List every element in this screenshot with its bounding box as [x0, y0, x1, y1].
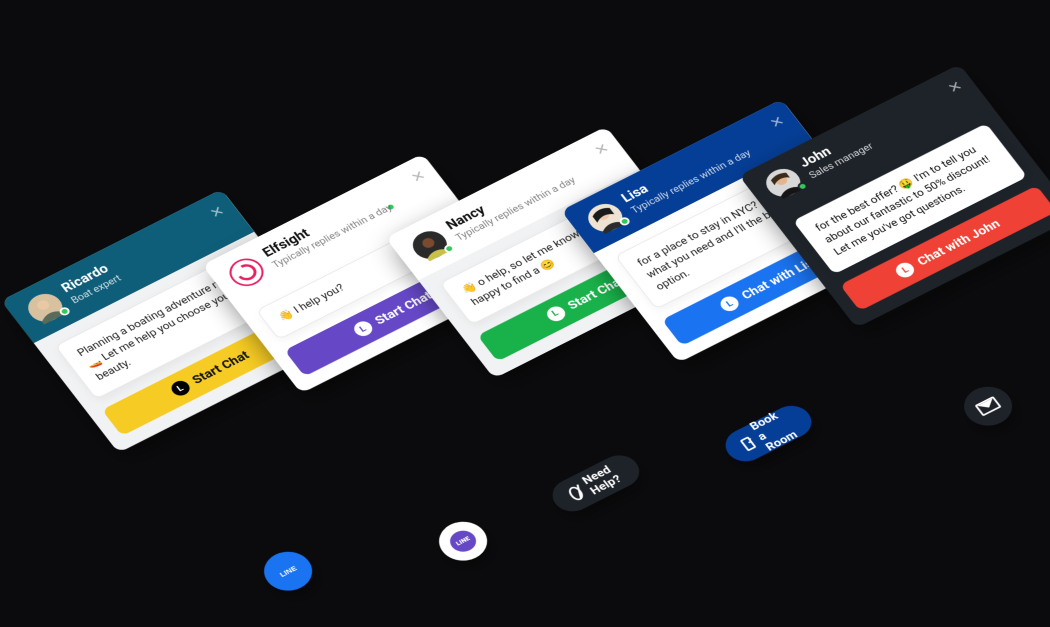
line-icon: L [717, 294, 742, 314]
line-icon: L [893, 260, 918, 280]
avatar [760, 164, 807, 202]
elfsight-logo-icon [223, 253, 270, 291]
line-icon: L [168, 378, 193, 398]
line-icon: L [351, 319, 376, 339]
book-room-pill[interactable]: Book a Room [718, 400, 819, 468]
pill-label: Need Help? [580, 460, 629, 497]
avatar [22, 289, 69, 327]
avatar [582, 199, 629, 237]
close-icon[interactable]: ✕ [206, 203, 227, 222]
stage: Ricardo Boat expert ✕ Planning a boating… [0, 0, 1050, 627]
avatar [406, 226, 453, 264]
chat-card-john: John Sales manager ✕ for the best offer?… [739, 64, 1050, 328]
close-icon[interactable]: ✕ [944, 78, 965, 97]
fab-mail[interactable] [955, 379, 1021, 433]
globe-icon [566, 485, 586, 503]
fab-line-white[interactable]: LINE [430, 514, 496, 568]
need-help-pill[interactable]: Need Help? [545, 449, 647, 517]
fab-line-blue[interactable]: LINE [255, 544, 321, 598]
pill-label: Book a Room [747, 406, 805, 454]
calendar-icon [740, 436, 757, 451]
line-icon: LINE [275, 561, 302, 581]
line-icon: L [543, 304, 568, 324]
line-icon: LINE [445, 527, 481, 556]
mail-icon [975, 396, 1002, 416]
